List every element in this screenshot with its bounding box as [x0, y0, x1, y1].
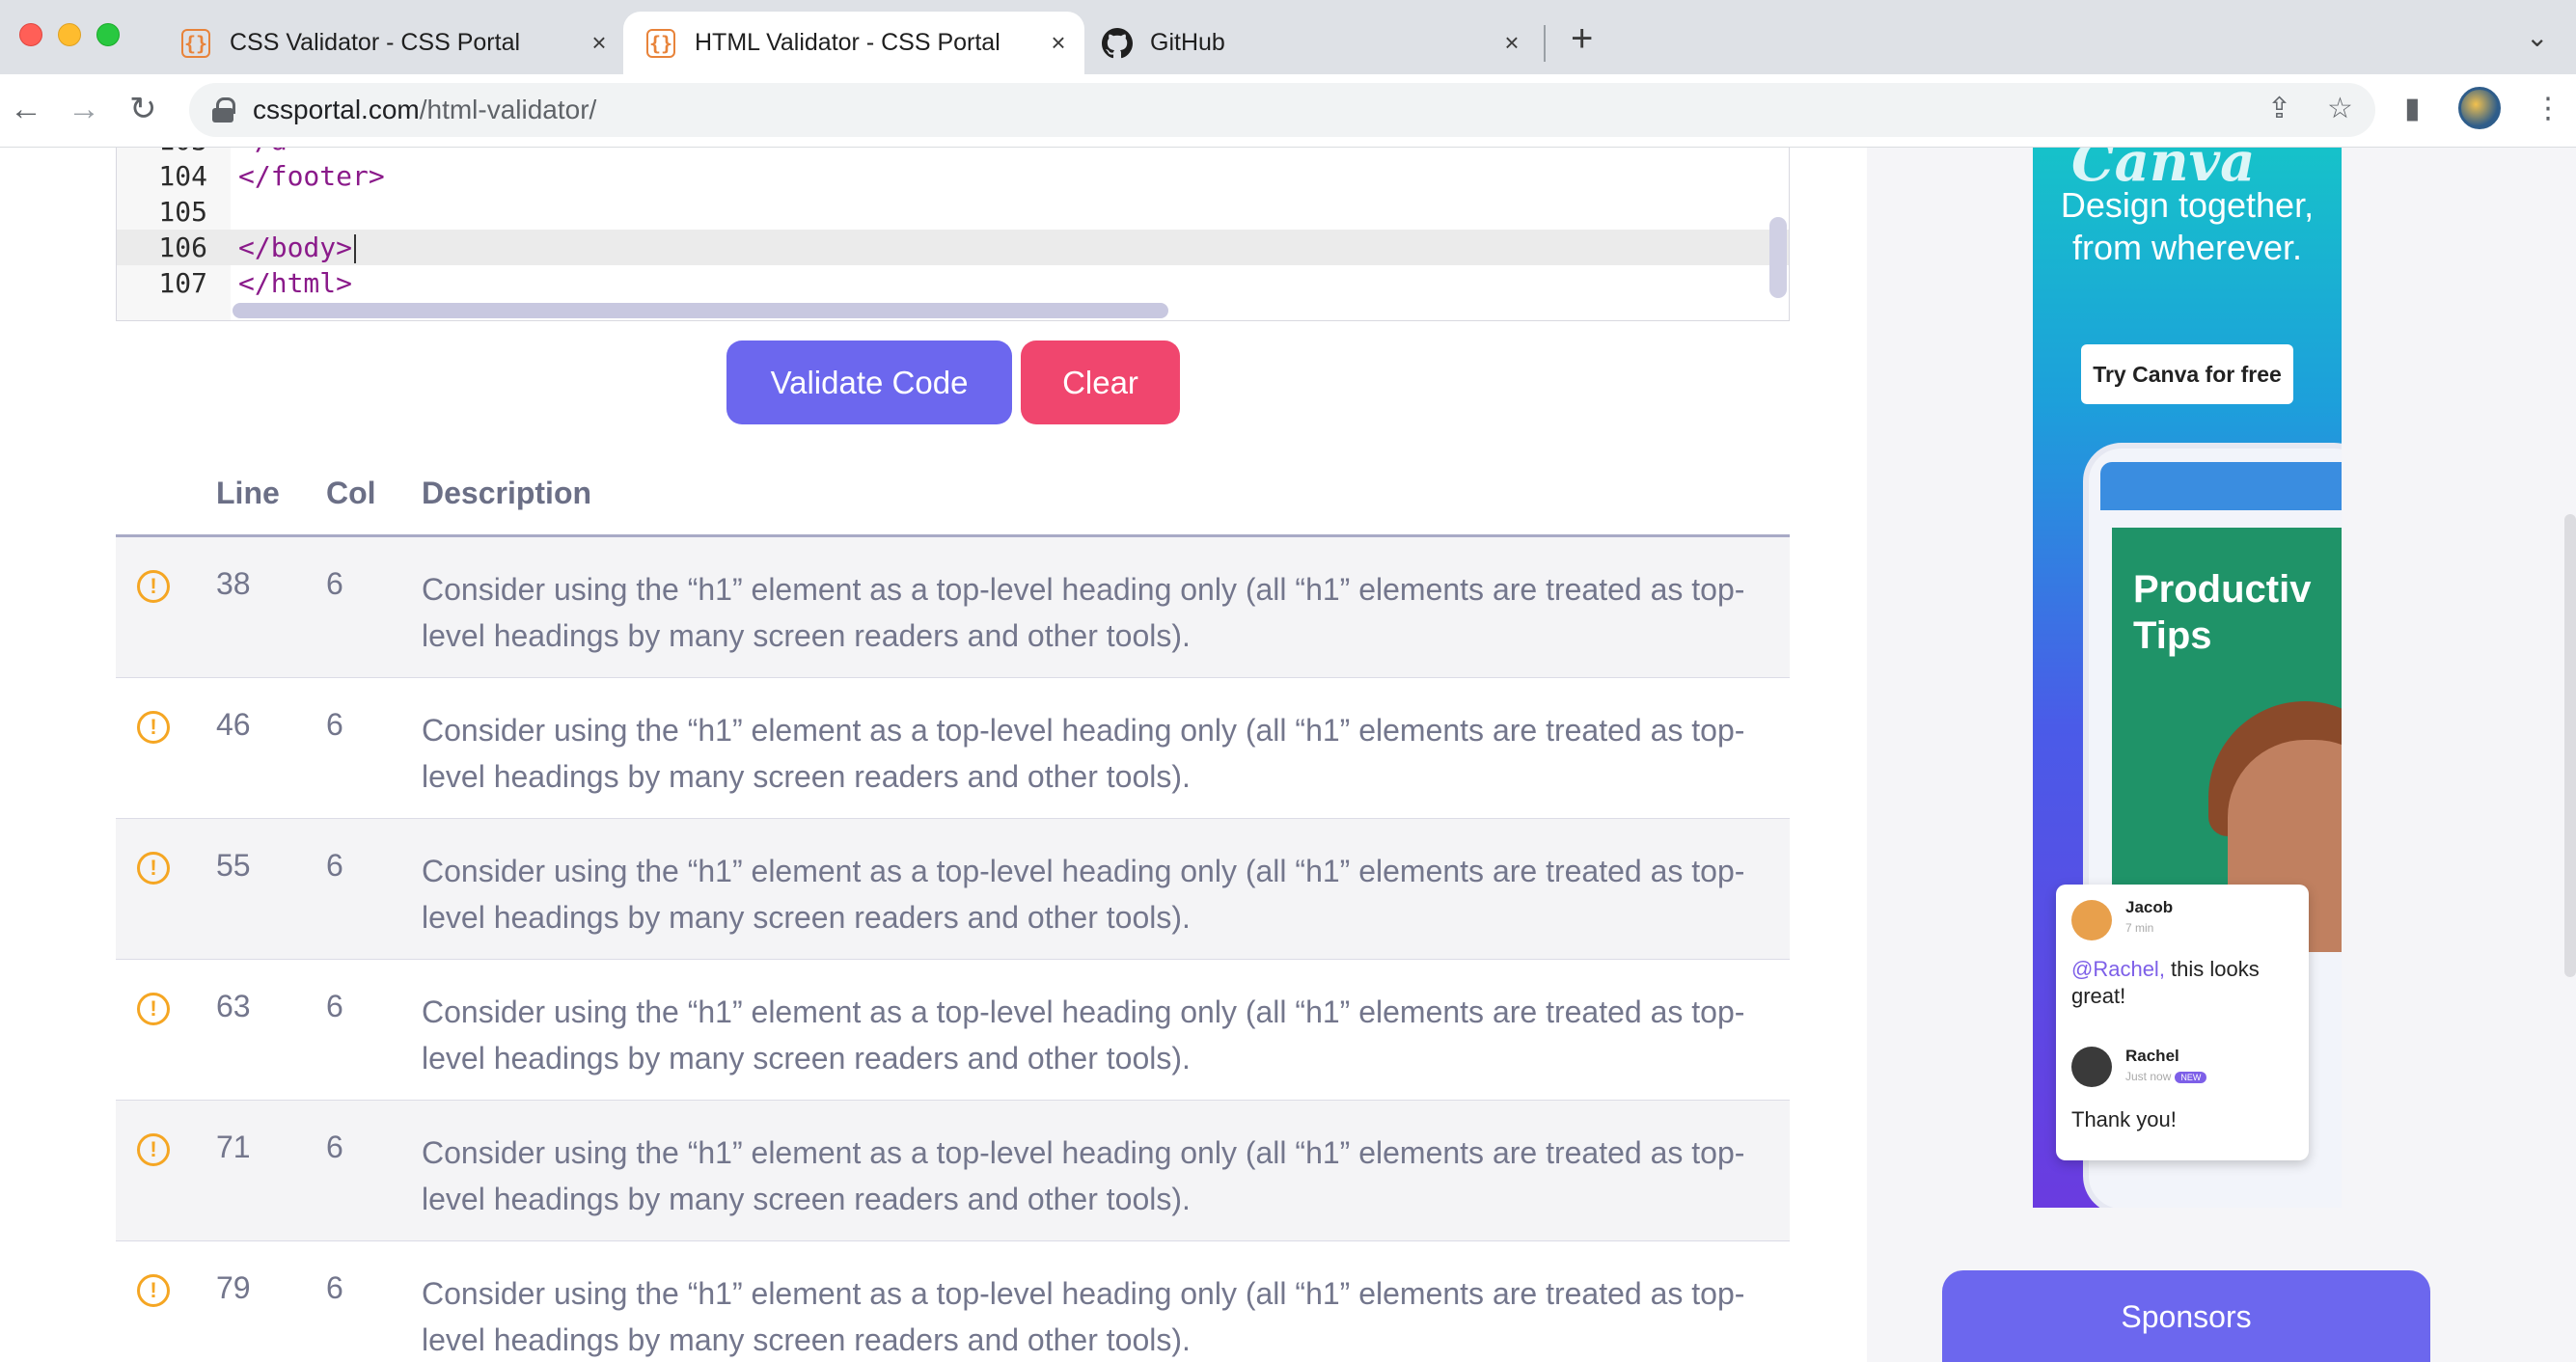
tab-bar: {} CSS Validator - CSS Portal × {} HTML … [0, 0, 2576, 74]
back-icon[interactable]: ← [10, 92, 42, 126]
comment-author: Jacob [2125, 898, 2174, 916]
canva-advertisement[interactable]: Canva Design together, from wherever. Tr… [2033, 148, 2342, 1208]
row-line: 63 [216, 989, 251, 1023]
row-col: 6 [326, 566, 343, 601]
share-icon[interactable]: ⇪ [2267, 92, 2291, 125]
row-line: 55 [216, 848, 251, 883]
forward-icon[interactable]: → [68, 92, 100, 126]
row-description: Consider using the “h1” element as a top… [422, 1276, 1745, 1357]
navigation-bar: ← → ↻ cssportal.com/html-validator/ ⇪ ☆ … [0, 74, 2576, 148]
header-col: Col [326, 476, 376, 510]
warning-icon: ! [137, 993, 170, 1025]
row-line: 38 [216, 566, 251, 601]
side-panel-icon[interactable]: ▮ [2404, 92, 2421, 125]
tab-html-validator[interactable]: {} HTML Validator - CSS Portal × [623, 12, 1084, 74]
profile-avatar[interactable] [2458, 87, 2501, 129]
warning-icon: ! [137, 1274, 170, 1307]
table-row: ! 63 6 Consider using the “h1” element a… [116, 960, 1790, 1101]
table-row: ! 79 6 Consider using the “h1” element a… [116, 1241, 1790, 1362]
new-tab-button[interactable]: + [1571, 19, 1593, 58]
sponsors-section[interactable]: Sponsors [1942, 1270, 2430, 1362]
url-path: /html-validator/ [419, 95, 597, 124]
comment-author: Rachel [2125, 1047, 2179, 1065]
sidebar: Canva Design together, from wherever. Tr… [1867, 148, 2576, 1362]
code-editor[interactable]: 103 </a> 104 </footer> 105 106 </body> 1… [116, 148, 1790, 321]
code-line-active: 106 </body> [117, 230, 1789, 265]
promo-text: Productiv Tips [2133, 568, 2312, 657]
tab-css-validator[interactable]: {} CSS Validator - CSS Portal × [181, 12, 614, 74]
warning-icon: ! [137, 570, 170, 603]
close-tab-icon[interactable]: × [1044, 28, 1073, 58]
avatar [2071, 1047, 2112, 1087]
validate-code-button[interactable]: Validate Code [726, 340, 1012, 424]
ad-cta-button[interactable]: Try Canva for free [2081, 344, 2293, 404]
row-description: Consider using the “h1” element as a top… [422, 854, 1745, 935]
css-portal-icon: {} [181, 28, 210, 58]
close-tab-icon[interactable]: × [585, 28, 614, 58]
window-close-button[interactable] [19, 23, 42, 46]
text-cursor [354, 234, 357, 263]
row-line: 71 [216, 1130, 251, 1164]
clear-button[interactable]: Clear [1021, 340, 1180, 424]
row-description: Consider using the “h1” element as a top… [422, 1135, 1745, 1216]
page-content: 103 </a> 104 </footer> 105 106 </body> 1… [0, 148, 2576, 1362]
comment-text: Thank you! [2071, 1107, 2177, 1131]
editor-horizontal-scrollbar[interactable] [233, 303, 1168, 318]
row-line: 79 [216, 1270, 251, 1305]
css-portal-icon: {} [646, 28, 675, 58]
code-line: 105 [158, 196, 207, 228]
warning-icon: ! [137, 711, 170, 744]
row-col: 6 [326, 707, 343, 742]
row-col: 6 [326, 989, 343, 1023]
tab-search-icon[interactable]: ⌄ [2526, 21, 2548, 53]
row-description: Consider using the “h1” element as a top… [422, 572, 1745, 653]
url-host: cssportal.com [253, 95, 420, 124]
chrome-menu-icon[interactable]: ⋮ [2534, 92, 2562, 125]
table-header: Line Col Description [116, 447, 1790, 537]
tab-separator [1544, 25, 1546, 62]
row-col: 6 [326, 848, 343, 883]
ad-promo-card: Productiv Tips [2112, 528, 2342, 952]
row-col: 6 [326, 1130, 343, 1164]
phone-app-bar [2100, 462, 2342, 510]
warning-icon: ! [137, 852, 170, 885]
github-icon [1102, 27, 1133, 59]
row-line: 46 [216, 707, 251, 742]
header-description: Description [422, 476, 592, 510]
validation-results-table: Line Col Description ! 38 6 Consider usi… [116, 447, 1790, 1362]
row-col: 6 [326, 1270, 343, 1305]
avatar [2071, 900, 2112, 940]
reload-icon[interactable]: ↻ [129, 92, 157, 126]
code-line: 103 </a> [117, 148, 1789, 158]
comment-time: 7 min [2125, 921, 2154, 935]
page-scrollbar[interactable] [2564, 514, 2576, 977]
header-line: Line [216, 476, 280, 510]
table-row: ! 38 6 Consider using the “h1” element a… [116, 537, 1790, 678]
comment-time: Just now NEW [2125, 1070, 2207, 1083]
warning-icon: ! [137, 1133, 170, 1166]
ad-headline: Design together, from wherever. [2060, 185, 2315, 267]
table-row: ! 46 6 Consider using the “h1” element a… [116, 678, 1790, 819]
tab-title: CSS Validator - CSS Portal [230, 29, 521, 56]
ad-comment-card: Jacob 7 min @Rachel, this looks great! R… [2056, 885, 2309, 1160]
row-description: Consider using the “h1” element as a top… [422, 713, 1745, 794]
new-badge: NEW [2175, 1072, 2207, 1083]
lock-icon[interactable] [212, 97, 235, 123]
window-minimize-button[interactable] [58, 23, 81, 46]
table-row: ! 71 6 Consider using the “h1” element a… [116, 1101, 1790, 1241]
bookmark-star-icon[interactable]: ☆ [2327, 92, 2353, 125]
code-line: 104 </footer> [158, 160, 385, 192]
editor-vertical-scrollbar[interactable] [1769, 217, 1787, 298]
comment-text: @Rachel, this looks great! [2071, 957, 2260, 1008]
row-description: Consider using the “h1” element as a top… [422, 994, 1745, 1076]
close-tab-icon[interactable]: × [1497, 28, 1526, 58]
tab-github[interactable]: GitHub × [1102, 12, 1526, 74]
code-line: 107 </html> [158, 267, 353, 299]
tab-title: GitHub [1150, 29, 1225, 56]
tab-title: HTML Validator - CSS Portal [695, 29, 1000, 56]
address-bar[interactable]: cssportal.com/html-validator/ [189, 83, 2375, 137]
window-zoom-button[interactable] [96, 23, 120, 46]
table-row: ! 55 6 Consider using the “h1” element a… [116, 819, 1790, 960]
